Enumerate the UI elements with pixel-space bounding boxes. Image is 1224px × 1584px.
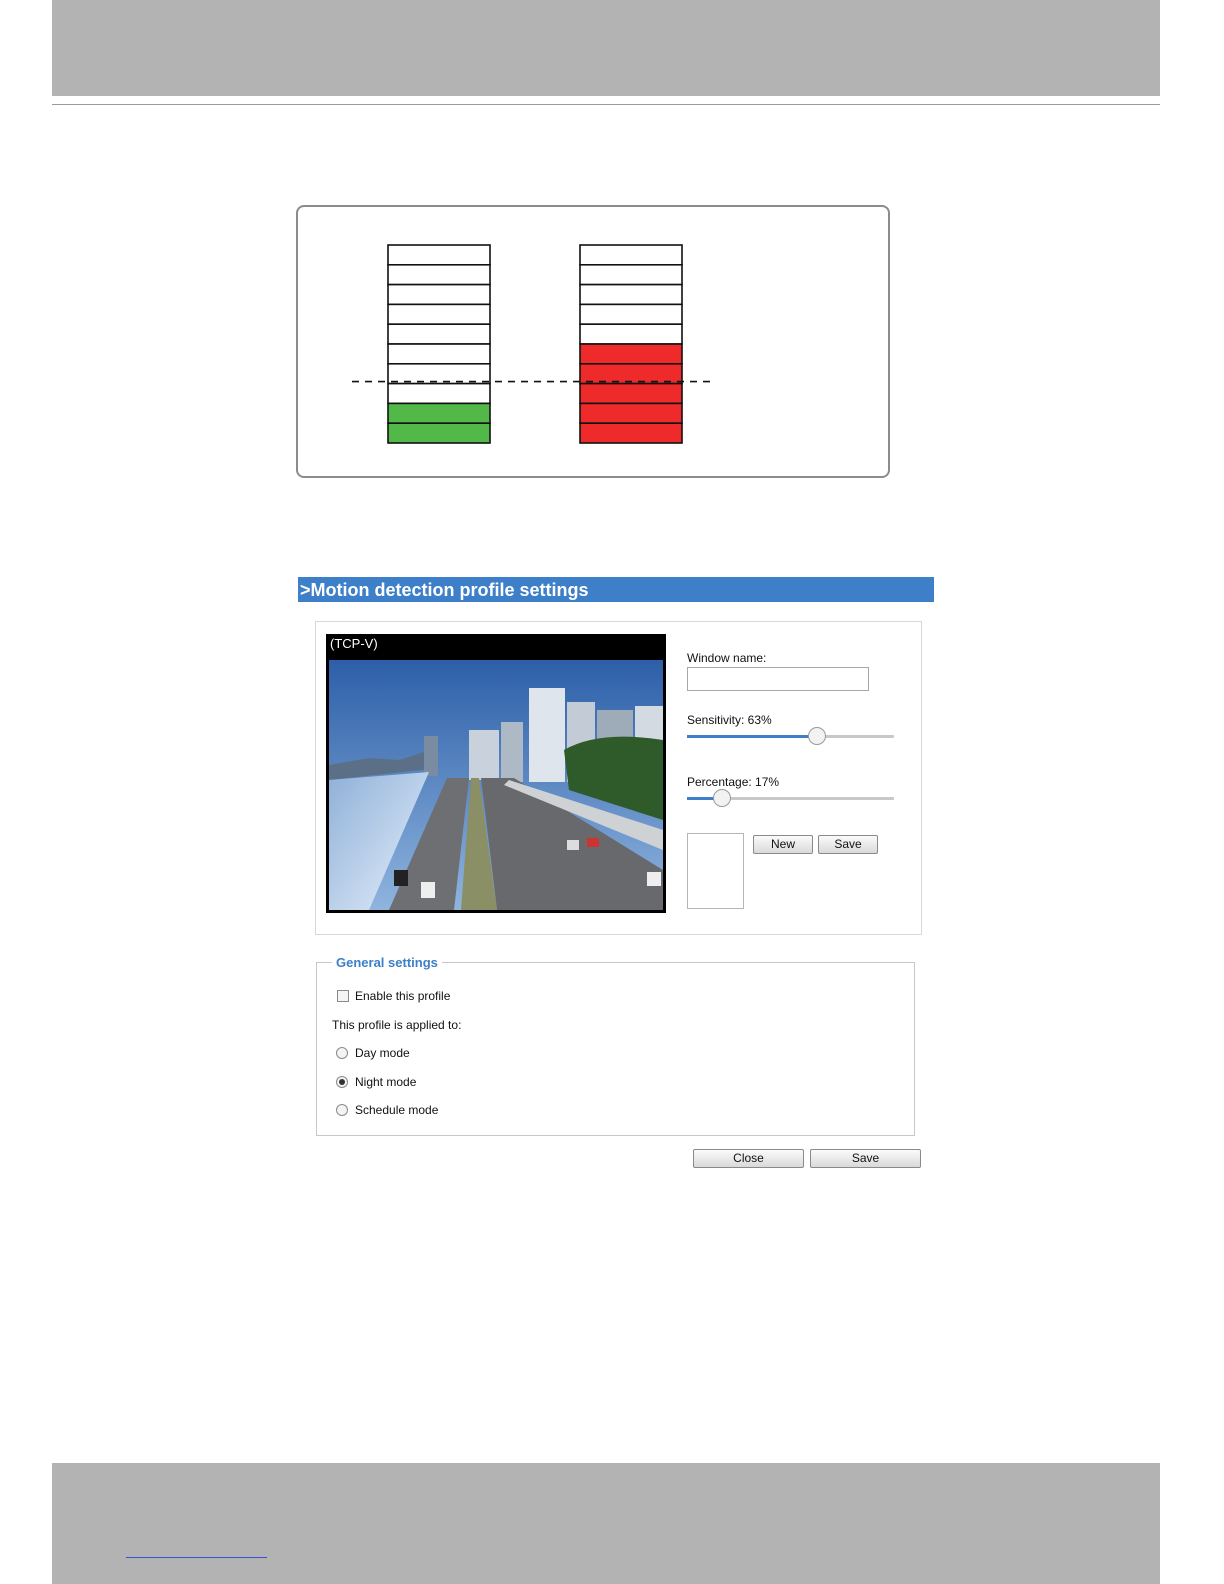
- right-column-cell: [579, 303, 683, 326]
- left-column-cell: [387, 422, 491, 444]
- diagram-canvas: [352, 244, 712, 444]
- save-button[interactable]: Save: [810, 1149, 921, 1168]
- left-column-cell: [387, 343, 491, 365]
- night-mode-radio[interactable]: [336, 1076, 348, 1088]
- window-name-label: Window name:: [687, 651, 767, 665]
- schedule-mode-radio[interactable]: [336, 1104, 348, 1116]
- right-column-cell: [579, 263, 683, 286]
- video-caption: (TCP-V): [330, 636, 378, 651]
- window-name-input[interactable]: [687, 667, 869, 691]
- header-rule: [52, 104, 1160, 105]
- percentage-label: Percentage: 17%: [687, 775, 780, 789]
- page-footer-band: [52, 1463, 1160, 1584]
- left-column-cell: [387, 382, 491, 405]
- page-header-band: [52, 0, 1160, 96]
- sensitivity-diagram: [296, 205, 890, 478]
- right-column-cell: [579, 363, 683, 385]
- right-column-cell: [579, 323, 683, 345]
- left-column-cell: [387, 402, 491, 424]
- percentage-slider[interactable]: [687, 789, 894, 807]
- left-column-cell: [387, 244, 491, 266]
- sensitivity-slider-fill: [687, 735, 818, 738]
- close-button[interactable]: Close: [693, 1149, 804, 1168]
- day-mode-radio[interactable]: [336, 1047, 348, 1059]
- right-column-cell: [579, 283, 683, 306]
- left-column-cell: [387, 363, 491, 385]
- footer-link[interactable]: [126, 1557, 267, 1558]
- enable-profile-label[interactable]: Enable this profile: [355, 989, 450, 1003]
- left-column-cell: [387, 303, 491, 326]
- general-settings-legend: General settings: [332, 955, 442, 970]
- highway-scene-image: [329, 660, 663, 910]
- right-column-cell: [579, 382, 683, 405]
- video-preview[interactable]: (TCP-V): [326, 634, 666, 913]
- enable-profile-checkbox[interactable]: [337, 990, 349, 1002]
- window-list[interactable]: [687, 833, 744, 909]
- right-column-cell: [579, 343, 683, 365]
- applied-to-label: This profile is applied to:: [332, 1018, 462, 1032]
- sensitivity-label: Sensitivity: 63%: [687, 713, 772, 727]
- section-header: >Motion detection profile settings: [298, 577, 934, 602]
- save-window-button[interactable]: Save: [818, 835, 878, 854]
- left-column-cell: [387, 283, 491, 306]
- new-window-button[interactable]: New: [753, 835, 813, 854]
- day-mode-label[interactable]: Day mode: [355, 1046, 410, 1060]
- right-column-cell: [579, 402, 683, 424]
- right-column-cell: [579, 244, 683, 266]
- sensitivity-slider[interactable]: [687, 727, 894, 745]
- left-column-cell: [387, 323, 491, 345]
- night-mode-label[interactable]: Night mode: [355, 1075, 416, 1089]
- schedule-mode-label[interactable]: Schedule mode: [355, 1103, 438, 1117]
- right-column-cell: [579, 422, 683, 444]
- left-column-cell: [387, 263, 491, 286]
